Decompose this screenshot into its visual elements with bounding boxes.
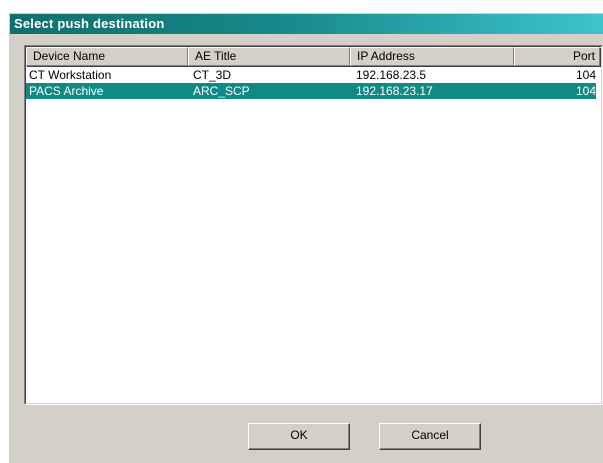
destination-list-body[interactable]: Device Name AE Title IP Address Port CT …: [25, 46, 602, 404]
column-header-ip-address[interactable]: IP Address: [350, 47, 514, 66]
cell-device-name: PACS Archive: [29, 84, 104, 98]
column-header-ae-title[interactable]: AE Title: [188, 47, 350, 66]
cell-ip-address: 192.168.23.5: [356, 68, 427, 82]
ok-button[interactable]: OK: [248, 423, 350, 450]
cell-port: 104: [575, 68, 596, 82]
dialog-title: Select push destination: [10, 14, 603, 34]
column-header-device-name[interactable]: Device Name: [26, 47, 188, 66]
table-row[interactable]: CT Workstation CT_3D 192.168.23.5 104: [26, 67, 596, 83]
cell-ip-address: 192.168.23.17: [356, 84, 433, 98]
cell-port: 104: [575, 84, 596, 98]
cell-device-name: CT Workstation: [29, 68, 112, 82]
destination-list[interactable]: Device Name AE Title IP Address Port CT …: [24, 45, 603, 405]
cell-ae-title: CT_3D: [193, 68, 232, 82]
list-header: Device Name AE Title IP Address Port: [26, 47, 601, 66]
cell-ae-title: ARC_SCP: [193, 84, 250, 98]
table-row-selected[interactable]: PACS Archive ARC_SCP 192.168.23.17 104: [26, 83, 596, 99]
column-header-port[interactable]: Port: [514, 47, 600, 66]
cancel-button[interactable]: Cancel: [379, 423, 481, 450]
push-destination-dialog: Select push destination Device Name AE T…: [8, 12, 603, 463]
